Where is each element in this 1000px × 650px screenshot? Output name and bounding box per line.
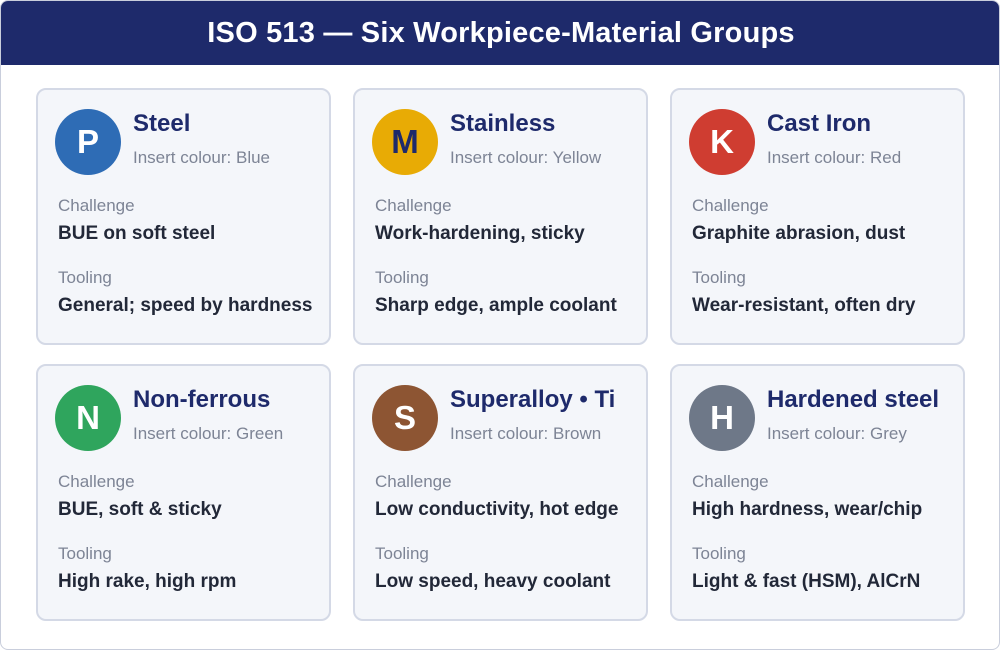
insert-colour: Insert colour: Red [767, 148, 902, 167]
challenge-value: High hardness, wear/chip [692, 499, 923, 520]
insert-colour: Insert colour: Green [133, 424, 284, 443]
insert-colour: Insert colour: Grey [767, 424, 907, 443]
challenge-value: Graphite abrasion, dust [692, 223, 906, 244]
group-name: Hardened steel [767, 386, 940, 413]
challenge-label: Challenge [375, 472, 452, 491]
group-card-m: M Stainless Insert colour: Yellow Challe… [353, 88, 648, 345]
insert-colour: Insert colour: Yellow [450, 148, 602, 167]
insert-colour: Insert colour: Brown [450, 424, 602, 443]
group-letter-badge: M [372, 109, 438, 175]
group-card-p: P Steel Insert colour: Blue Challenge BU… [36, 88, 331, 345]
group-card-k: K Cast Iron Insert colour: Red Challenge… [670, 88, 965, 345]
group-letter-badge: N [55, 385, 121, 451]
group-letter-badge: K [689, 109, 755, 175]
tooling-value: General; speed by hardness [58, 295, 313, 316]
group-name: Non-ferrous [133, 386, 271, 413]
group-letter-badge: H [689, 385, 755, 451]
tooling-value: Light & fast (HSM), AlCrN [692, 571, 921, 592]
group-card-n: N Non-ferrous Insert colour: Green Chall… [36, 364, 331, 621]
challenge-value: Work-hardening, sticky [375, 223, 585, 244]
group-name: Steel [133, 110, 191, 137]
challenge-label: Challenge [692, 196, 769, 215]
challenge-label: Challenge [58, 472, 135, 491]
tooling-value: Sharp edge, ample coolant [375, 295, 617, 316]
page-title: ISO 513 — Six Workpiece-Material Groups [1, 1, 999, 65]
challenge-value: BUE on soft steel [58, 223, 216, 244]
tooling-label: Tooling [375, 268, 429, 287]
group-letter-badge: P [55, 109, 121, 175]
challenge-label: Challenge [375, 196, 452, 215]
tooling-label: Tooling [375, 544, 429, 563]
tooling-value: Wear-resistant, often dry [692, 295, 916, 316]
tooling-label: Tooling [692, 268, 746, 287]
group-name: Stainless [450, 110, 556, 137]
tooling-label: Tooling [692, 544, 746, 563]
group-card-s: S Superalloy • Ti Insert colour: Brown C… [353, 364, 648, 621]
group-card-h: H Hardened steel Insert colour: Grey Cha… [670, 364, 965, 621]
tooling-label: Tooling [58, 268, 112, 287]
group-letter-badge: S [372, 385, 438, 451]
challenge-label: Challenge [692, 472, 769, 491]
tooling-value: High rake, high rpm [58, 571, 237, 592]
group-name: Cast Iron [767, 110, 872, 137]
challenge-label: Challenge [58, 196, 135, 215]
tooling-label: Tooling [58, 544, 112, 563]
group-name: Superalloy • Ti [450, 386, 616, 413]
challenge-value: Low conductivity, hot edge [375, 499, 619, 520]
tooling-value: Low speed, heavy coolant [375, 571, 611, 592]
insert-colour: Insert colour: Blue [133, 148, 271, 167]
diagram-frame: ISO 513 — Six Workpiece-Material Groups … [0, 0, 1000, 650]
challenge-value: BUE, soft & sticky [58, 499, 222, 520]
